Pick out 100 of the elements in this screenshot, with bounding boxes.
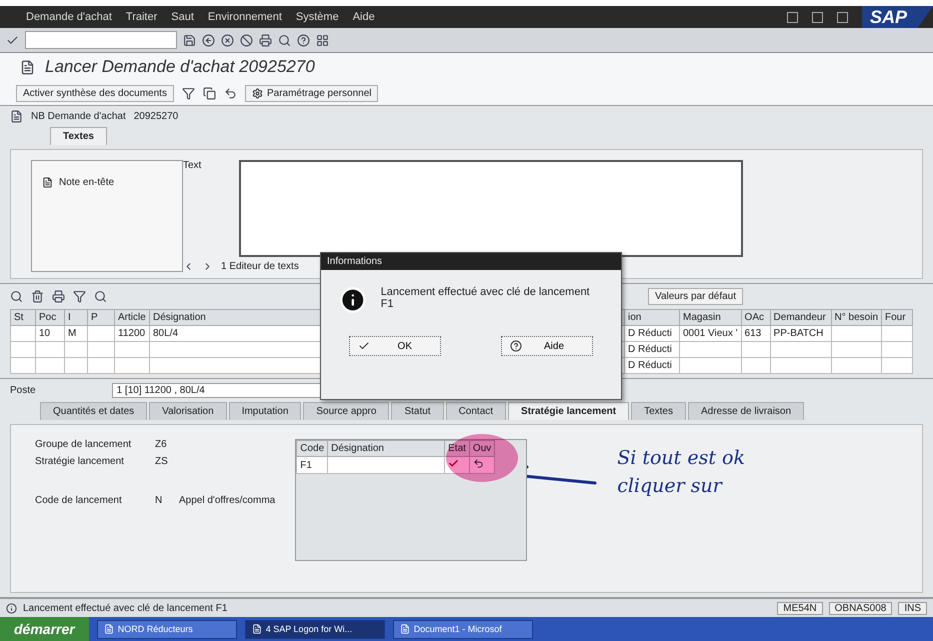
tab[interactable]: Textes (50, 127, 107, 145)
save-icon[interactable] (183, 34, 196, 46)
dialog-message: Lancement effectué avec clé de lancement F1 (380, 286, 591, 310)
ok-button[interactable]: OK (349, 336, 441, 356)
search-icon[interactable] (278, 34, 291, 46)
taskbar-item[interactable]: 4 SAP Logon for Wi... (244, 620, 385, 638)
tab[interactable]: Stratégie lancement (508, 402, 630, 420)
menu-item[interactable]: Environnement (208, 11, 282, 23)
table-cell: D Réducti (624, 358, 680, 374)
column-header: Désignation (328, 440, 445, 456)
table-cell: 613 (741, 326, 770, 342)
column-header: Ouv (469, 440, 495, 456)
column-header: Etat (444, 440, 470, 456)
tab[interactable]: Quantités et dates (40, 402, 148, 420)
table-cell (64, 358, 88, 374)
search-icon[interactable] (94, 290, 107, 303)
menu-item[interactable]: Traiter (126, 11, 158, 23)
field-label: Code de lancement (35, 495, 123, 506)
editor-label: 1 Editeur de texts (221, 261, 299, 272)
print-icon[interactable] (52, 290, 65, 303)
table-cell (10, 358, 36, 374)
help-icon[interactable] (297, 34, 310, 46)
taskbar-item[interactable]: NORD Réducteurs (96, 620, 237, 638)
exit-icon[interactable] (221, 34, 234, 46)
minimize-button[interactable] (786, 12, 798, 22)
status-message: Lancement effectué avec clé de lancement F1 (23, 602, 228, 614)
table-cell (88, 326, 114, 342)
print-icon[interactable] (259, 34, 272, 46)
tab[interactable]: Imputation (228, 402, 302, 420)
table-cell (680, 342, 742, 358)
table-cell (741, 358, 770, 374)
detail-icon[interactable] (10, 290, 23, 303)
table-cell: 10 (36, 326, 64, 342)
menu-item[interactable]: Demande d'achat (26, 11, 112, 23)
help-icon (510, 340, 522, 352)
table-cell: 11200 (114, 326, 150, 342)
synthesis-button[interactable]: Activer synthèse des documents (16, 84, 174, 102)
handwritten-note: Si tout est ok (617, 447, 745, 469)
filter-icon[interactable] (73, 290, 86, 303)
table-cell (770, 358, 832, 374)
info-icon (6, 602, 17, 614)
text-type-item[interactable]: Note en-tête (42, 177, 172, 188)
tab[interactable]: Contact (446, 402, 506, 420)
filter-icon[interactable] (182, 86, 195, 100)
enter-icon[interactable] (6, 34, 19, 46)
document-icon (400, 624, 410, 634)
table-cell (741, 342, 770, 358)
document-icon (42, 177, 53, 188)
command-field[interactable] (25, 31, 177, 49)
document-icon (252, 624, 262, 634)
cancel-icon[interactable] (240, 34, 253, 46)
table-cell: F1 (296, 456, 328, 474)
tab[interactable]: Statut (391, 402, 444, 420)
table-cell: M (64, 326, 88, 342)
menu-item[interactable]: Système (296, 11, 339, 23)
undo-icon[interactable] (224, 86, 237, 100)
start-button[interactable]: démarrer (0, 617, 89, 641)
release-icon[interactable] (472, 458, 484, 469)
table-cell (114, 358, 150, 374)
table-cell (10, 342, 36, 358)
field-value: N (155, 495, 164, 506)
table-cell (36, 342, 64, 358)
tab[interactable]: Source appro (303, 402, 390, 420)
column-header: ion (624, 310, 680, 326)
help-button[interactable]: Aide (501, 336, 593, 356)
table-cell: D Réducti (624, 342, 680, 358)
menu-item[interactable]: Saut (171, 11, 194, 23)
info-icon (339, 286, 367, 314)
layout-icon[interactable] (316, 34, 329, 46)
field-description: Appel d'offres/comma (179, 495, 276, 506)
document-number: 20925270 (134, 111, 178, 122)
text-editor[interactable] (239, 160, 743, 257)
close-button[interactable] (836, 12, 848, 22)
tab[interactable]: Valorisation (149, 402, 227, 420)
taskbar-item[interactable]: Document1 - Microsof (392, 620, 533, 638)
settings-button[interactable]: Paramétrage personnel (244, 84, 378, 102)
table-cell (88, 358, 114, 374)
table-cell (882, 326, 913, 342)
field-label: Stratégie lancement (35, 456, 125, 467)
field-value: ZS (155, 456, 169, 467)
copy-icon[interactable] (202, 86, 216, 100)
table-cell (831, 342, 882, 358)
back-icon[interactable] (202, 34, 215, 46)
table-cell (64, 342, 88, 358)
column-header: Poc (36, 310, 64, 326)
column-header: St (10, 310, 36, 326)
dialog-title: Informations (321, 253, 621, 270)
table-cell (10, 326, 36, 342)
default-values-button[interactable]: Valeurs par défaut (648, 288, 743, 305)
text-label: Text (183, 160, 202, 173)
document-icon[interactable] (10, 110, 23, 123)
table-cell (831, 358, 882, 374)
tab[interactable]: Textes (631, 402, 686, 420)
settings-icon (252, 88, 263, 98)
table-cell (114, 342, 150, 358)
tab[interactable]: Adresse de livraison (688, 402, 804, 420)
maximize-button[interactable] (812, 12, 823, 22)
document-icon[interactable] (20, 60, 35, 74)
menu-item[interactable]: Aide (352, 11, 375, 23)
delete-icon[interactable] (31, 290, 44, 303)
